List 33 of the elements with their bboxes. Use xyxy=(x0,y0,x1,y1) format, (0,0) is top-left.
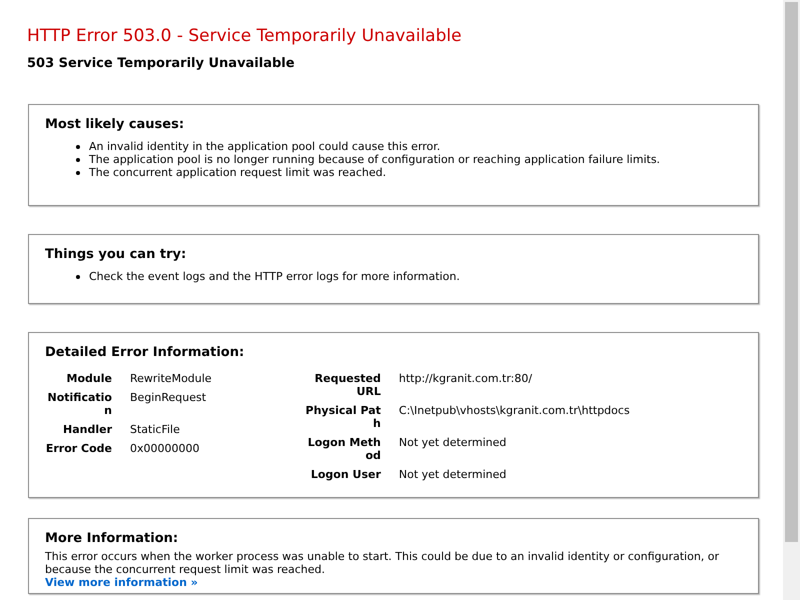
field-value: C:\Inetpub\vhosts\kgranit.com.tr\httpdocs xyxy=(398,404,631,419)
bullet-text: The concurrent application request limit was reached. xyxy=(89,166,386,179)
field-label: Logon Method xyxy=(306,436,381,462)
scrollbar[interactable] xyxy=(783,0,800,600)
bullet-text: The application pool is no longer running because of configuration or reaching application failure limits. xyxy=(89,153,660,166)
field-label: Requested URL xyxy=(314,372,381,398)
bullet-text: An invalid identity in the application pool could cause this error. xyxy=(89,140,440,153)
bullet-text: Check the event logs and the HTTP error logs for more information. xyxy=(89,270,460,283)
field-value: Not yet determined xyxy=(398,436,508,451)
field-value: http://kgranit.com.tr:80/ xyxy=(398,372,534,387)
error-subtitle: 503 Service Temporarily Unavailable xyxy=(27,56,296,71)
bullet-icon xyxy=(76,170,80,174)
field-label: Handler xyxy=(62,423,112,436)
field-label: Physical Path xyxy=(304,404,381,430)
field-value: BeginRequest xyxy=(130,391,208,406)
more-info-link[interactable]: View more information » xyxy=(45,576,198,589)
field-value: 0x00000000 xyxy=(130,442,200,455)
bullet-icon xyxy=(76,274,80,278)
field-label: Module xyxy=(66,372,112,385)
section-heading: More Information: xyxy=(45,531,180,546)
field-value: StaticFile xyxy=(130,423,181,436)
info-paragraph: This error occurs when the worker process was unable to start. This could be due to an invalid identity or configuration, or because the concurrent request limit was reached. xyxy=(45,550,720,576)
field-label: Notification xyxy=(46,391,112,417)
section-heading: Detailed Error Information: xyxy=(45,345,246,360)
bullet-icon xyxy=(76,144,80,148)
field-label: Error Code xyxy=(45,442,112,455)
section-heading: Things you can try: xyxy=(45,247,188,262)
error-title: HTTP Error 503.0 - Service Temporarily Unavailable xyxy=(27,26,463,46)
field-value: Not yet determined xyxy=(398,468,508,481)
section-heading: Most likely causes: xyxy=(45,117,186,132)
bullet-icon xyxy=(76,158,80,162)
field-value: RewriteModule xyxy=(130,372,213,385)
field-label: Logon User xyxy=(310,468,381,481)
